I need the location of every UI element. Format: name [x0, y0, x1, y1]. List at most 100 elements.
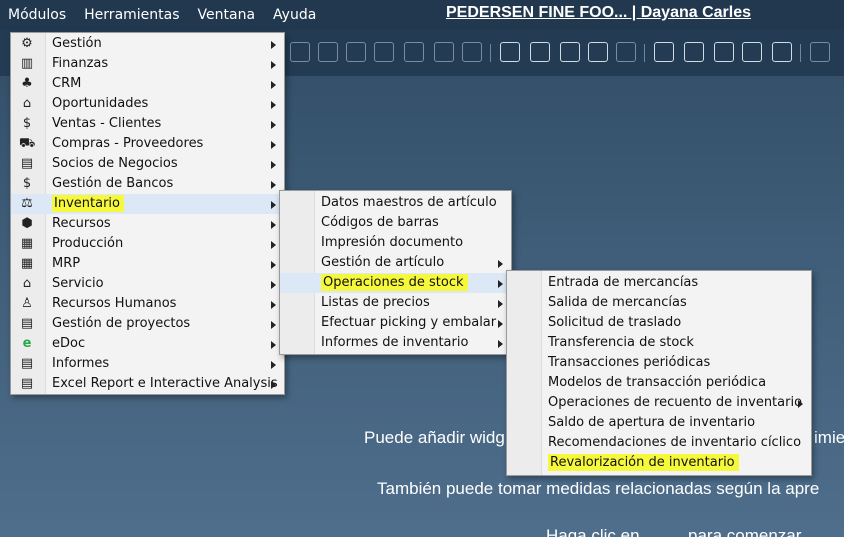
menu-item-label: Salida de mercancías	[548, 295, 687, 310]
menu-item-label: Producción	[52, 236, 124, 251]
copy-from-icon[interactable]	[290, 42, 310, 62]
payment-icon[interactable]	[374, 42, 394, 62]
crm-icon: ♣	[21, 76, 33, 91]
menu-item-oportunidades[interactable]: ⌂ Oportunidades	[11, 94, 284, 114]
message-icon[interactable]	[588, 42, 608, 62]
calculator-icon[interactable]	[714, 42, 734, 62]
menu-item-label: Finanzas	[52, 56, 109, 71]
menu-ayuda[interactable]: Ayuda	[271, 4, 318, 26]
menu-item-socios-de-negocios[interactable]: ▤ Socios de Negocios	[11, 154, 284, 174]
menu-item-listas-de-precios[interactable]: Listas de precios	[280, 293, 511, 313]
report-settings-icon[interactable]	[560, 42, 580, 62]
widget-hint-text: Puede añadir widg	[364, 428, 505, 447]
chevron-right-icon	[498, 320, 503, 328]
menu-item-label: Datos maestros de artículo	[321, 195, 497, 210]
menu-item-label: Saldo de apertura de inventario	[548, 415, 756, 430]
chevron-right-icon	[271, 321, 276, 329]
menu-item-salida-de-mercancias[interactable]: Salida de mercancías	[507, 293, 811, 313]
inventory-submenu: Datos maestros de artículo Códigos de bar…	[279, 190, 512, 355]
menu-item-transferencia-de-stock[interactable]: Transferencia de stock	[507, 333, 811, 353]
base-document-icon[interactable]	[346, 42, 366, 62]
menu-item-codigos-de-barras[interactable]: Códigos de barras	[280, 213, 511, 233]
menu-item-label: Informes de inventario	[321, 335, 469, 350]
resources-icon: ⬢	[21, 216, 33, 231]
project-icon: ▤	[20, 316, 34, 331]
copy-to-icon[interactable]	[318, 42, 338, 62]
image-icon[interactable]	[742, 42, 762, 62]
chevron-right-icon	[271, 221, 276, 229]
partners-icon: ▤	[20, 156, 34, 171]
document-icon[interactable]	[462, 42, 482, 62]
menu-item-compras-proveedores[interactable]: ⛟ Compras - Proveedores	[11, 134, 284, 154]
top-bar: Módulos Herramientas Ventana Ayuda PEDER…	[0, 0, 844, 30]
production-icon: ▦	[20, 236, 34, 251]
menu-item-gestion-de-bancos[interactable]: $ Gestión de Bancos	[11, 174, 284, 194]
toolbar-separator	[800, 44, 801, 62]
menu-item-label: Operaciones de recuento de inventario	[548, 395, 803, 410]
menu-item-informes-de-inventario[interactable]: Informes de inventario	[280, 333, 511, 353]
report-icon: ▤	[20, 356, 34, 371]
edit-icon[interactable]	[500, 42, 520, 62]
menu-item-gestion-de-articulo[interactable]: Gestión de artículo	[280, 253, 511, 273]
menu-item-operaciones-de-recuento-de-inventario[interactable]: Operaciones de recuento de inventario	[507, 393, 811, 413]
refresh-icon[interactable]	[810, 42, 830, 62]
chevron-right-icon	[271, 381, 276, 389]
cart-icon: ⛟	[19, 136, 36, 151]
menu-item-mrp[interactable]: ▦ MRP	[11, 254, 284, 274]
checklist-icon[interactable]	[654, 42, 674, 62]
menu-ventana[interactable]: Ventana	[196, 4, 258, 26]
alert-icon[interactable]	[616, 42, 636, 62]
menu-item-produccion[interactable]: ▦ Producción	[11, 234, 284, 254]
menu-item-gestion[interactable]: ⚙ Gestión	[11, 34, 284, 54]
chevron-right-icon	[498, 280, 503, 288]
menu-item-crm[interactable]: ♣ CRM	[11, 74, 284, 94]
menu-item-entrada-de-mercancias[interactable]: Entrada de mercancías	[507, 273, 811, 293]
menu-item-label: Operaciones de stock	[321, 274, 468, 291]
menu-item-transacciones-periodicas[interactable]: Transacciones periódicas	[507, 353, 811, 373]
journal-icon[interactable]	[434, 42, 454, 62]
chevron-right-icon	[271, 121, 276, 129]
stock-operations-submenu: Entrada de mercancías Salida de mercancía…	[506, 270, 812, 476]
chevron-right-icon	[271, 81, 276, 89]
menu-item-inventario[interactable]: ⚖ Inventario	[11, 194, 284, 214]
menu-item-revalorizacion-de-inventario[interactable]: Revalorización de inventario	[507, 453, 811, 473]
menu-item-finanzas[interactable]: ▥ Finanzas	[11, 54, 284, 74]
menu-item-recursos[interactable]: ⬢ Recursos	[11, 214, 284, 234]
chevron-right-icon	[271, 61, 276, 69]
chevron-right-icon	[271, 161, 276, 169]
menu-modulos[interactable]: Módulos	[6, 4, 68, 26]
excel-report-icon: ▤	[20, 376, 34, 391]
menu-item-excel-report-e-interactive-analysis[interactable]: ▤ Excel Report e Interactive Analysis	[11, 374, 284, 394]
menu-item-servicio[interactable]: ⌂ Servicio	[11, 274, 284, 294]
user-upload-icon[interactable]	[772, 42, 792, 62]
time-form-icon[interactable]	[684, 42, 704, 62]
menu-item-label: Socios de Negocios	[52, 156, 178, 171]
edoc-icon: e	[22, 336, 32, 351]
menu-item-recomendaciones-de-inventario-ciclico[interactable]: Recomendaciones de inventario cíclico	[507, 433, 811, 453]
calendar-icon: ▦	[20, 256, 34, 271]
menu-item-saldo-de-apertura-de-inventario[interactable]: Saldo de apertura de inventario	[507, 413, 811, 433]
settings-form-icon[interactable]	[530, 42, 550, 62]
chevron-right-icon	[271, 241, 276, 249]
chevron-right-icon	[498, 300, 503, 308]
menu-item-label: Gestión	[52, 36, 102, 51]
menu-item-recursos-humanos[interactable]: ♙ Recursos Humanos	[11, 294, 284, 314]
menu-item-label: Ventas - Clientes	[52, 116, 162, 131]
chevron-right-icon	[271, 201, 276, 209]
inventory-icon: ⚖	[21, 196, 33, 211]
modules-menu: ⚙ Gestión ▥ Finanzas ♣ CRM ⌂ Oportunidades $ Vent…	[10, 32, 285, 395]
menu-item-ventas-clientes[interactable]: $ Ventas - Clientes	[11, 114, 284, 134]
menu-item-informes[interactable]: ▤ Informes	[11, 354, 284, 374]
menu-item-efectuar-picking-y-embalar[interactable]: Efectuar picking y embalar	[280, 313, 511, 333]
menu-item-edoc[interactable]: e eDoc	[11, 334, 284, 354]
menu-herramientas[interactable]: Herramientas	[82, 4, 181, 26]
menu-item-solicitud-de-traslado[interactable]: Solicitud de traslado	[507, 313, 811, 333]
menu-item-datos-maestros-de-articulo[interactable]: Datos maestros de artículo	[280, 193, 511, 213]
start-hint-text: Haga clic en	[546, 526, 640, 537]
menu-item-gestion-de-proyectos[interactable]: ▤ Gestión de proyectos	[11, 314, 284, 334]
company-user-link[interactable]: PEDERSEN FINE FOO... | Dayana Carles	[446, 4, 751, 22]
balance-icon[interactable]	[404, 42, 424, 62]
menu-item-operaciones-de-stock[interactable]: Operaciones de stock	[280, 273, 511, 293]
menu-item-modelos-de-transaccion-periodica[interactable]: Modelos de transacción periódica	[507, 373, 811, 393]
menu-item-impresion-documento[interactable]: Impresión documento	[280, 233, 511, 253]
